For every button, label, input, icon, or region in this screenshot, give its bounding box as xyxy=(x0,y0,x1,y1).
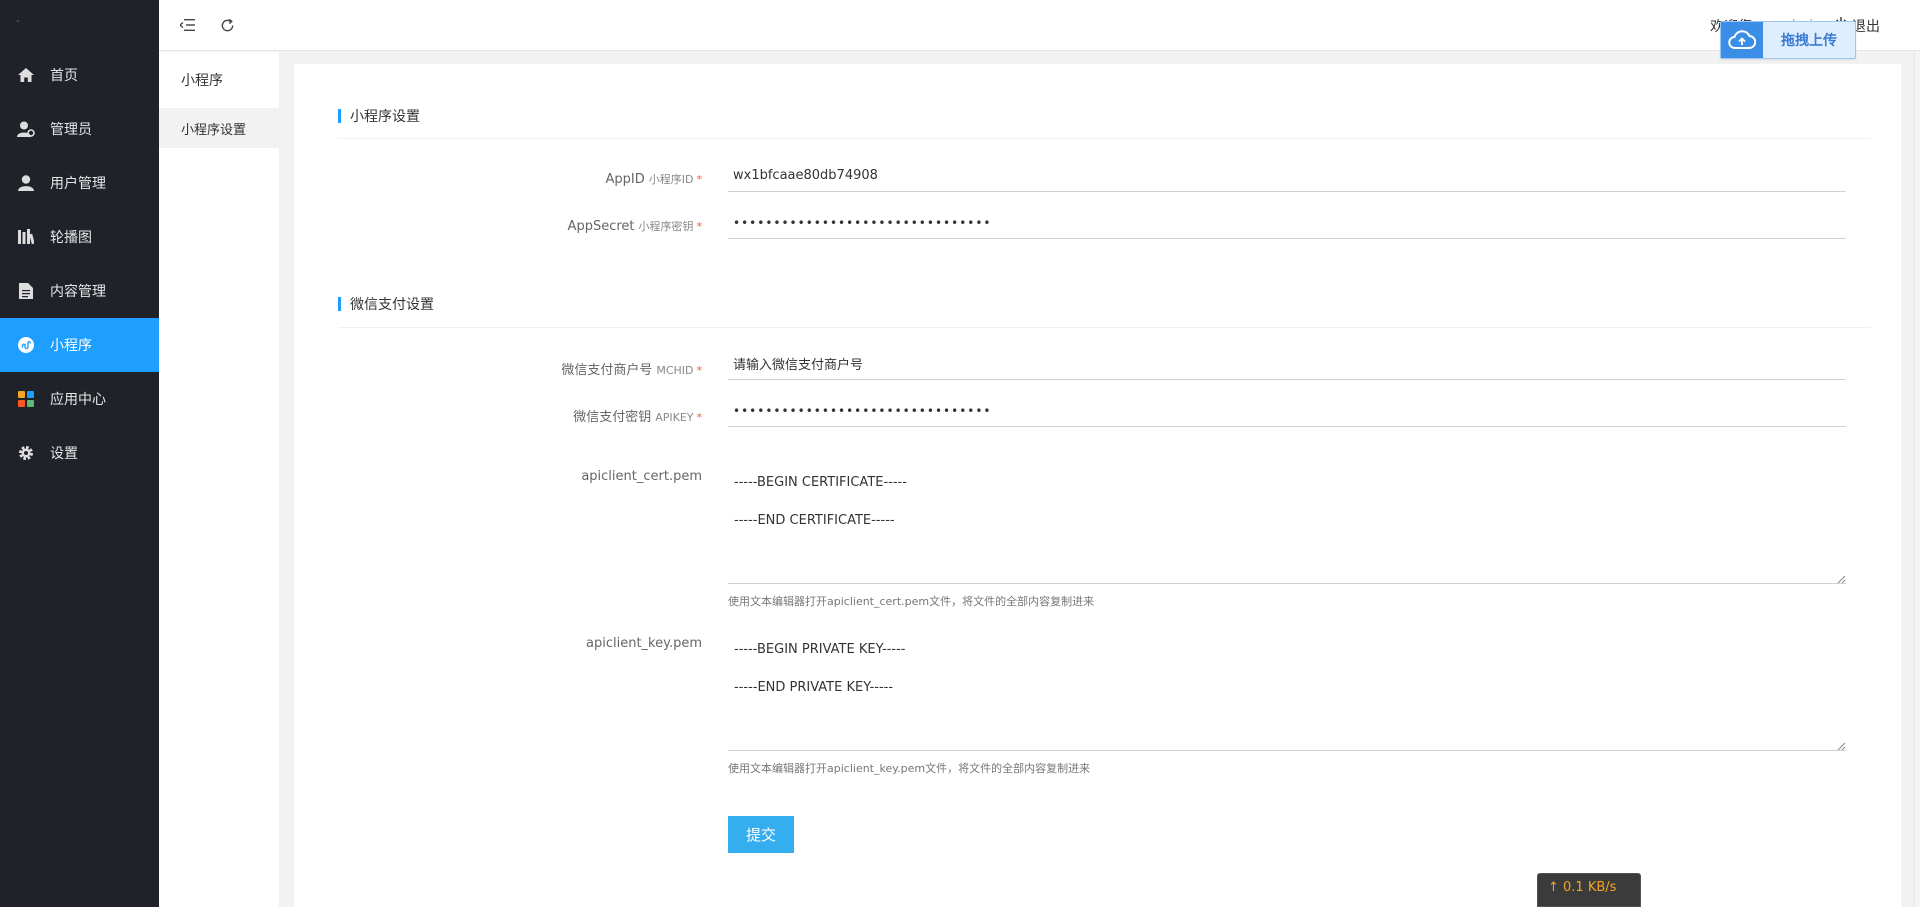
cert-textarea[interactable]: -----BEGIN CERTIFICATE----- -----END CER… xyxy=(728,454,1846,584)
sidebar-item-label: 内容管理 xyxy=(50,284,106,300)
required-mark: * xyxy=(696,220,703,233)
scrollbar[interactable] xyxy=(1914,52,1920,907)
appsecret-label: AppSecret 小程序密钥 * xyxy=(568,218,702,234)
apps-icon xyxy=(17,390,35,408)
logo: - xyxy=(16,16,20,27)
sidebar-item-admin[interactable]: 管理员 xyxy=(0,102,159,156)
appid-label: AppID 小程序ID * xyxy=(606,171,702,187)
sidebar-item-label: 小程序 xyxy=(50,338,92,354)
section-title-wechat-pay: 微信支付设置 xyxy=(338,294,434,314)
settings-form-card: 小程序设置 AppID小程序ID* AppSecret小程序密钥* 微信支付设置… xyxy=(294,64,1901,907)
key-hint: 使用文本编辑器打开apiclient_key.pem文件，将文件的全部内容复制进… xyxy=(728,762,1091,775)
resize-handle-icon[interactable] xyxy=(1836,574,1846,584)
resize-handle-icon[interactable] xyxy=(1836,741,1846,751)
key-label: apiclient_key.pem xyxy=(586,636,702,651)
subnav-item-miniprogram-settings[interactable]: 小程序设置 xyxy=(159,108,279,148)
sidebar-item-label: 轮播图 xyxy=(50,230,92,246)
sidebar: - 首页 管理员 用户管理 轮播图 内容管理 小程序 应用中心 设置 xyxy=(0,0,159,907)
sidebar-item-users[interactable]: 用户管理 xyxy=(0,156,159,210)
key-textarea[interactable]: -----BEGIN PRIVATE KEY----- -----END PRI… xyxy=(728,621,1846,751)
sidebar-item-carousel[interactable]: 轮播图 xyxy=(0,210,159,264)
drag-upload-label: 拖拽上传 xyxy=(1781,33,1837,49)
subnav-title[interactable]: 小程序 xyxy=(159,52,279,108)
sidebar-item-label: 用户管理 xyxy=(50,176,106,192)
appid-label-sub: 小程序ID xyxy=(648,173,694,186)
gear-icon xyxy=(17,444,35,462)
sidebar-item-label: 应用中心 xyxy=(50,392,106,408)
sidebar-item-apps[interactable]: 应用中心 xyxy=(0,372,159,426)
top-header: 欢迎您， admin 退出 xyxy=(159,0,1920,51)
required-mark: * xyxy=(696,173,703,186)
sidebar-item-content[interactable]: 内容管理 xyxy=(0,264,159,318)
mchid-label-sub: MCHID xyxy=(656,364,694,377)
required-mark: * xyxy=(696,411,703,424)
sidebar-item-settings[interactable]: 设置 xyxy=(0,426,159,480)
drag-upload-widget[interactable]: 拖拽上传 xyxy=(1720,21,1856,59)
appid-input[interactable] xyxy=(728,160,1846,192)
carousel-icon xyxy=(17,228,35,246)
document-icon xyxy=(17,282,35,300)
sidebar-item-miniprogram[interactable]: 小程序 xyxy=(0,318,159,372)
user-icon xyxy=(17,174,35,192)
sidebar-item-label: 设置 xyxy=(50,446,78,462)
logout-label: 退出 xyxy=(1852,19,1880,35)
appsecret-label-sub: 小程序密钥 xyxy=(638,220,694,233)
apikey-label: 微信支付密钥 APIKEY * xyxy=(573,406,702,425)
appsecret-input[interactable] xyxy=(728,207,1846,239)
section-title-miniprogram: 小程序设置 xyxy=(338,106,420,126)
section-divider xyxy=(338,138,1871,139)
mchid-label-text: 微信支付商户号 xyxy=(561,363,653,378)
cert-hint: 使用文本编辑器打开apiclient_cert.pem文件，将文件的全部内容复制… xyxy=(728,595,1095,608)
submit-button[interactable]: 提交 xyxy=(728,816,794,853)
apikey-input[interactable] xyxy=(728,395,1846,427)
menu-collapse-icon[interactable] xyxy=(177,15,197,35)
sidebar-item-label: 管理员 xyxy=(50,122,92,138)
miniprogram-icon xyxy=(17,336,35,354)
sidebar-item-home[interactable]: 首页 xyxy=(0,48,159,102)
mchid-input[interactable] xyxy=(728,348,1846,380)
sub-sidebar: 小程序 小程序设置 xyxy=(159,52,279,907)
admin-user-icon xyxy=(17,120,35,138)
refresh-icon[interactable] xyxy=(217,15,237,35)
appid-label-text: AppID xyxy=(605,172,645,187)
net-speed-widget: ↑ 0.1 KB/s xyxy=(1537,873,1641,907)
home-icon xyxy=(17,66,35,84)
required-mark: * xyxy=(696,364,703,377)
cloud-upload-icon xyxy=(1721,22,1763,58)
section-divider xyxy=(338,327,1871,328)
mchid-label: 微信支付商户号 MCHID * xyxy=(561,359,702,378)
apikey-label-sub: APIKEY xyxy=(655,411,694,424)
sidebar-item-label: 首页 xyxy=(50,68,78,84)
cert-label: apiclient_cert.pem xyxy=(581,469,702,484)
apikey-label-text: 微信支付密钥 xyxy=(573,410,652,425)
appsecret-label-text: AppSecret xyxy=(567,219,635,234)
